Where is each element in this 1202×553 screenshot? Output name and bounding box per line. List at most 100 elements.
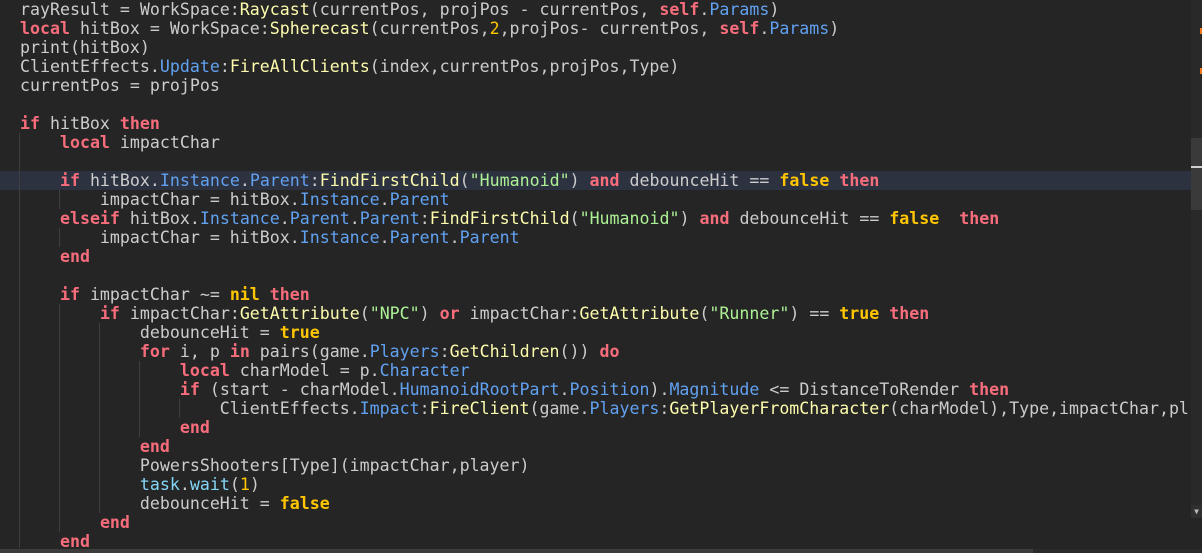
code-line[interactable]: impactChar = hitBox.Instance.Parent.Pare… [0,228,1191,247]
keyword-token: then [839,171,880,190]
text-token: debounceHit = [20,323,280,342]
string-token: "Humanoid" [469,171,570,190]
code-line[interactable]: if hitBox then [0,114,1191,133]
code-text: end [20,532,90,548]
code-editor[interactable]: rayResult = WorkSpace:Raycast(currentPos… [0,0,1191,548]
code-line[interactable] [0,95,1191,114]
keyword-token: then [959,209,1000,228]
property-token: Instance [299,228,380,247]
property-token: Parent [249,171,310,190]
property-token: Parent [289,209,350,228]
code-line[interactable]: local impactChar [0,133,1191,152]
code-line[interactable]: end [0,418,1191,437]
code-line[interactable]: debounceHit = false [0,494,1191,513]
code-line[interactable]: end [0,513,1191,532]
code-text: end [20,437,170,456]
code-line[interactable]: local hitBox = WorkSpace:Spherecast(curr… [0,19,1191,38]
code-line[interactable]: local charModel = p.Character [0,361,1191,380]
text-token: impactChar ~= [79,285,230,304]
text-token: . [239,171,250,190]
method-token: GetChildren [449,342,560,361]
code-line[interactable]: currentPos = projPos [0,76,1191,95]
vertical-scrollbar[interactable] [1191,0,1202,518]
text-token: (currentPos, projPos - currentPos, [309,0,660,19]
current-line-marker [1191,166,1202,168]
horizontal-scrollbar[interactable] [0,549,1202,553]
code-text: print(hitBox) [20,38,150,57]
text-token: hitBox. [79,171,160,190]
keyword-token: then [969,380,1010,399]
property-token: Params [769,19,830,38]
code-line[interactable]: if (start - charModel.HumanoidRootPart.P… [0,380,1191,399]
scroll-down-button[interactable]: ▼ [1191,505,1202,518]
property-token: Position [569,380,650,399]
keyword-token: end [139,437,170,456]
code-line[interactable]: elseif hitBox.Instance.Parent.Parent:Fin… [0,209,1191,228]
code-line[interactable]: rayResult = WorkSpace:Raycast(currentPos… [0,0,1191,19]
code-line[interactable]: impactChar = hitBox.Instance.Parent [0,190,1191,209]
code-text: end [20,513,130,532]
method-token: FireClient [429,399,530,418]
keyword-token: end [99,513,130,532]
current-code-line[interactable]: if hitBox.Instance.Parent:FindFirstChild… [0,171,1191,190]
keyword-token: if [179,380,200,399]
code-text: local hitBox = WorkSpace:Spherecast(curr… [20,19,839,38]
keyword-token: end [59,247,90,266]
code-line[interactable]: for i, p in pairs(game.Players:GetChildr… [0,342,1191,361]
keyword-token: elseif [59,209,120,228]
code-line[interactable] [0,266,1191,285]
text-token: ClientEffects. [20,399,360,418]
method-token: GetAttribute [579,304,700,323]
code-line[interactable]: if impactChar:GetAttribute("NPC") or imp… [0,304,1191,323]
code-text: if impactChar ~= nil then [20,285,310,304]
code-line[interactable]: end [0,437,1191,456]
property-token: Players [369,342,440,361]
property-token: Instance [199,209,280,228]
text-token: : [419,399,430,418]
text-token: hitBox. [119,209,200,228]
code-line[interactable]: end [0,532,1191,548]
property-token: Parent [359,209,420,228]
text-token: pairs(game. [249,342,370,361]
code-line[interactable]: ClientEffects.Impact:FireClient(game.Pla… [0,399,1191,418]
code-text: currentPos = projPos [20,76,220,95]
vertical-scrollbar-thumb[interactable] [1191,138,1202,210]
code-text: task.wait(1) [20,475,260,494]
keyword-token: then [119,114,160,133]
code-line[interactable]: task.wait(1) [0,475,1191,494]
text-token: . [449,228,460,247]
literal-token: false [889,209,940,228]
keyword-token: if [99,304,120,323]
builtin-token: task [139,475,180,494]
code-text: local charModel = p.Character [20,361,470,380]
text-token: currentPos = projPos [20,76,220,95]
code-text: local impactChar [20,133,220,152]
text-token: . [699,0,710,19]
method-token: FireAllClients [229,57,370,76]
code-line[interactable]: PowersShooters[Type](impactChar,player) [0,456,1191,475]
code-line[interactable]: if impactChar ~= nil then [0,285,1191,304]
horizontal-scrollbar-thumb[interactable] [0,549,1033,553]
text-token: (index,currentPos,projPos,Type) [369,57,680,76]
string-token: "Runner" [709,304,790,323]
literal-token: false [779,171,830,190]
code-line[interactable] [0,152,1191,171]
method-token: Spherecast [269,19,370,38]
code-line[interactable]: ClientEffects.Update:FireAllClients(inde… [0,57,1191,76]
property-token: Parent [389,228,450,247]
property-token: Parent [389,190,450,209]
code-line[interactable]: print(hitBox) [0,38,1191,57]
code-text: end [20,418,210,437]
property-token: Impact [359,399,420,418]
code-line[interactable]: debounceHit = true [0,323,1191,342]
triangle-down-icon: ▼ [1194,507,1199,516]
literal-token: true [839,304,880,323]
code-line[interactable]: end [0,247,1191,266]
